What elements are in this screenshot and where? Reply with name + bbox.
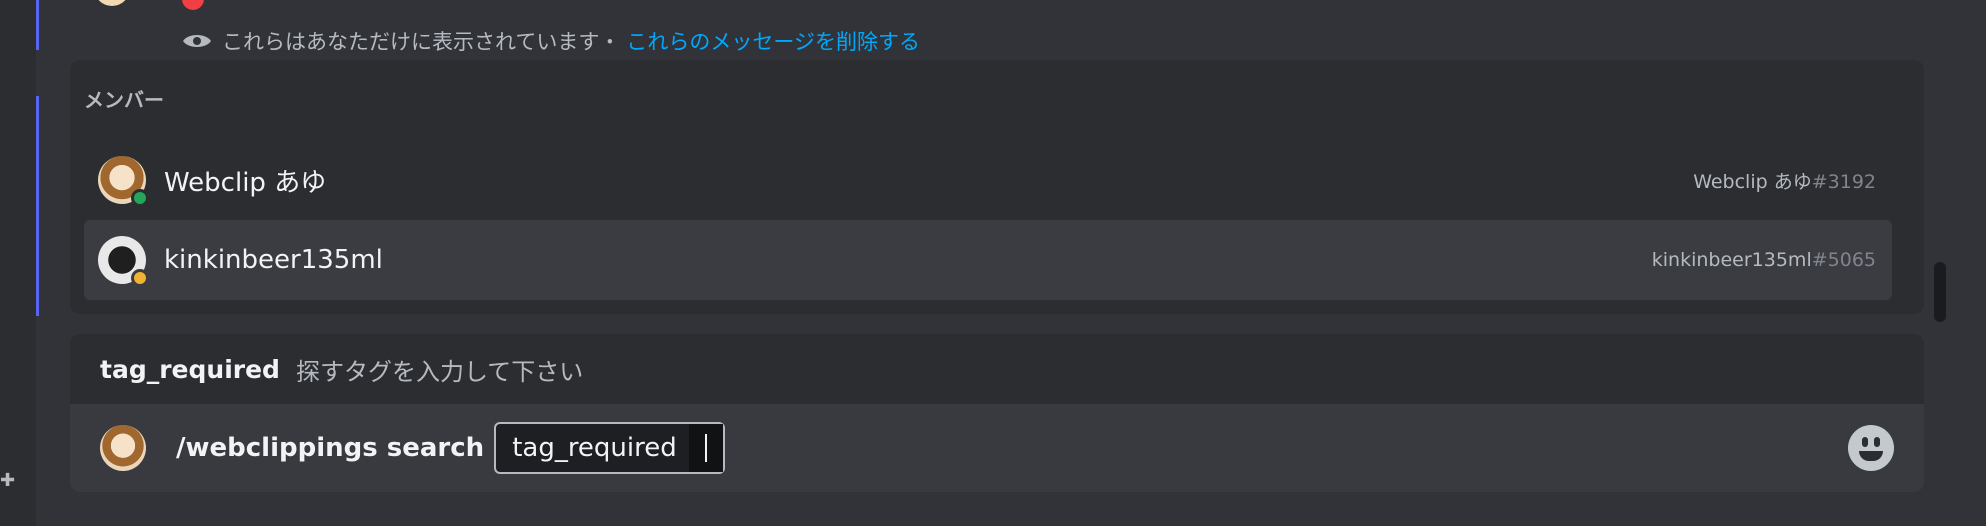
command-option-field[interactable]: tag_required [494, 422, 725, 474]
ephemeral-notice: これらはあなただけに表示されています・ これらのメッセージを削除する [182, 26, 920, 56]
chat-scrollbar[interactable] [1934, 262, 1946, 322]
member-option-webclip[interactable]: Webclip あゆ Webclip あゆ#3192 [84, 140, 1892, 220]
online-status-icon [131, 189, 149, 207]
avatar [98, 156, 149, 207]
option-hint-bar: tag_required 探すタグを入力して下さい [70, 334, 1924, 404]
mention-highlight-bar [36, 0, 39, 50]
mention-highlight-bar [36, 96, 39, 316]
members-header: メンバー [84, 88, 164, 112]
eye-icon [183, 35, 211, 47]
option-value-input[interactable] [688, 424, 723, 472]
member-username: Webclip あゆ#3192 [1693, 170, 1876, 193]
emoji-smile-icon[interactable] [1848, 425, 1894, 471]
member-name: Webclip あゆ [164, 167, 327, 198]
error-icon [182, 0, 204, 10]
slash-command: /webclippings search [176, 433, 485, 463]
member-name: kinkinbeer135ml [164, 245, 383, 275]
idle-status-icon [131, 269, 149, 287]
delete-messages-link[interactable]: これらのメッセージを削除する [626, 26, 920, 56]
ephemeral-text: これらはあなただけに表示されています・ [222, 30, 621, 54]
add-icon[interactable]: ✚ [0, 470, 15, 491]
message-input-bar[interactable]: /webclippings search tag_required [70, 404, 1924, 492]
server-rail [0, 0, 36, 526]
command-app-avatar [100, 425, 146, 471]
option-label: tag_required [512, 433, 677, 463]
option-name: tag_required [100, 354, 280, 384]
avatar[interactable] [94, 0, 130, 6]
avatar [98, 236, 149, 287]
member-username: kinkinbeer135ml#5065 [1651, 249, 1876, 271]
member-option-kinkinbeer[interactable]: kinkinbeer135ml kinkinbeer135ml#5065 [84, 220, 1892, 300]
option-description: 探すタグを入力して下さい [295, 357, 584, 386]
